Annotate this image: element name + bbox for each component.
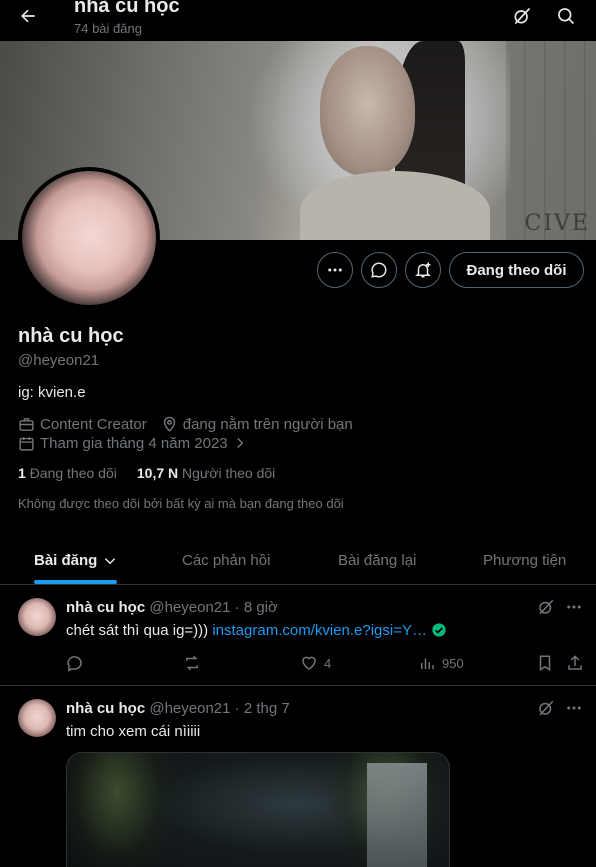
post-avatar[interactable]: [18, 699, 56, 737]
following-stat[interactable]: 1 Đang theo dõi: [18, 465, 117, 481]
post-avatar[interactable]: [18, 598, 56, 636]
post-more-button[interactable]: [565, 598, 583, 621]
post-time[interactable]: · 2 thg 7: [235, 700, 290, 717]
media-tower: [367, 763, 427, 867]
followers-stat[interactable]: 10,7 N Người theo dõi: [137, 465, 275, 481]
post-header: nhà cu học @heyeon21 · 2 thg 7: [66, 700, 290, 717]
more-dots-icon: [328, 268, 342, 272]
profile-name: nhà cu học: [18, 325, 124, 347]
calendar-icon: [19, 436, 34, 451]
tab-posts[interactable]: Bài đăng: [34, 537, 117, 584]
following-label: Đang theo dõi: [29, 465, 117, 481]
tab-replies[interactable]: Các phản hồi: [182, 537, 270, 584]
top-bar: nhà cu học 74 bài đăng: [0, 0, 596, 41]
notify-button[interactable]: [405, 252, 441, 288]
view-count: 950: [442, 655, 464, 671]
follow-stats: 1 Đang theo dõi 10,7 N Người theo dõi: [18, 465, 275, 481]
bell-plus-icon: [415, 262, 431, 278]
more-dots-icon: [567, 605, 581, 609]
bookmark-button[interactable]: [536, 654, 554, 672]
tab-posts-label: Bài đăng: [34, 552, 98, 569]
following-button[interactable]: Đang theo dõi: [449, 252, 584, 288]
followers-count: 10,7 N: [136, 465, 179, 481]
tab-replies-label: Các phản hồi: [182, 552, 271, 569]
post-media-image[interactable]: [66, 752, 450, 867]
post-link[interactable]: instagram.com/kvien.e?igsi=Y…: [212, 622, 427, 639]
heart-icon: [302, 656, 316, 670]
avatar-image: [22, 171, 156, 305]
following-count: 1: [18, 465, 26, 481]
post-grok-button[interactable]: [537, 699, 555, 722]
banner-wall-text: CIVE: [524, 211, 590, 236]
message-bubble-icon: [371, 262, 387, 278]
not-followed-note: Không được theo dõi bởi bất kỳ ai mà bạn…: [18, 496, 344, 511]
post-text: chét sát thì qua ig=))): [66, 622, 209, 639]
followers-label: Người theo dõi: [182, 465, 276, 481]
repost-button[interactable]: [183, 654, 201, 672]
more-options-button[interactable]: [317, 252, 353, 288]
tab-reposts[interactable]: Bài đăng lại: [338, 537, 416, 584]
joined-row[interactable]: Tham gia tháng 4 năm 2023: [18, 433, 261, 453]
views-bar-chart-icon: [421, 658, 434, 669]
page-title: nhà cu học: [74, 0, 180, 17]
repost-icon: [186, 655, 198, 671]
post-time[interactable]: · 8 giờ: [235, 599, 278, 616]
back-button[interactable]: [14, 4, 42, 28]
search-icon: [558, 8, 575, 25]
tab-reposts-label: Bài đăng lại: [338, 552, 417, 569]
profile-handle: @heyeon21: [18, 352, 100, 369]
category-label[interactable]: Content Creator: [40, 416, 147, 433]
reply-button[interactable]: [66, 654, 84, 672]
more-dots-icon: [567, 706, 581, 710]
active-tab-indicator: [34, 580, 117, 584]
category-item: Content Creator: [18, 416, 147, 433]
profile-bio: ig: kvien.e: [18, 384, 86, 401]
joined-label: Tham gia tháng 4 năm 2023: [40, 434, 228, 452]
post-author[interactable]: nhà cu học: [66, 700, 145, 717]
banner-face: [320, 46, 415, 176]
post-header: nhà cu học @heyeon21 · 8 giờ: [66, 599, 278, 616]
like-button[interactable]: 4: [300, 654, 331, 672]
post-more-button[interactable]: [565, 699, 583, 722]
post-handle[interactable]: @heyeon21: [149, 700, 230, 717]
chevron-right-icon: [236, 437, 243, 449]
joined-item[interactable]: Tham gia tháng 4 năm 2023: [18, 435, 247, 452]
verified-check-icon: [432, 623, 446, 637]
media-palm-left: [67, 753, 177, 867]
grok-icon: [539, 599, 554, 615]
like-count: 4: [324, 655, 332, 671]
grok-button[interactable]: [510, 4, 534, 28]
tab-media[interactable]: Phương tiện: [483, 537, 566, 584]
profile-tabs: Bài đăng Các phản hồi Bài đăng lại Phươn…: [0, 537, 596, 585]
post-handle[interactable]: @heyeon21: [149, 599, 230, 616]
location-item: đang nằm trên người bạn: [161, 416, 353, 433]
profile-avatar[interactable]: [18, 167, 160, 309]
bookmark-icon: [539, 655, 551, 672]
location-pin-icon: [163, 416, 175, 432]
grok-icon: [514, 7, 531, 25]
tab-media-label: Phương tiện: [483, 552, 567, 569]
post-count: 74 bài đăng: [74, 21, 142, 36]
grok-icon: [539, 700, 554, 716]
search-button[interactable]: [554, 4, 578, 28]
briefcase-icon: [19, 417, 34, 431]
post-grok-button[interactable]: [537, 598, 555, 621]
profile-meta: Content Creator đang nằm trên người bạn: [18, 414, 367, 434]
share-icon: [568, 655, 582, 670]
back-arrow-icon: [21, 9, 35, 23]
views-button[interactable]: 950: [418, 654, 464, 672]
post-author[interactable]: nhà cu học: [66, 599, 145, 616]
post-body: chét sát thì qua ig=))) instagram.com/kv…: [66, 622, 447, 639]
location-label: đang nằm trên người bạn: [182, 415, 353, 433]
post-text: tim cho xem cái nìiiii: [66, 723, 201, 740]
message-button[interactable]: [361, 252, 397, 288]
reply-icon: [67, 656, 82, 672]
share-button[interactable]: [566, 654, 584, 672]
chevron-down-icon: [105, 557, 116, 564]
post-item[interactable]: nhà cu học @heyeon21 · 8 giờ chét sát th…: [0, 586, 596, 686]
